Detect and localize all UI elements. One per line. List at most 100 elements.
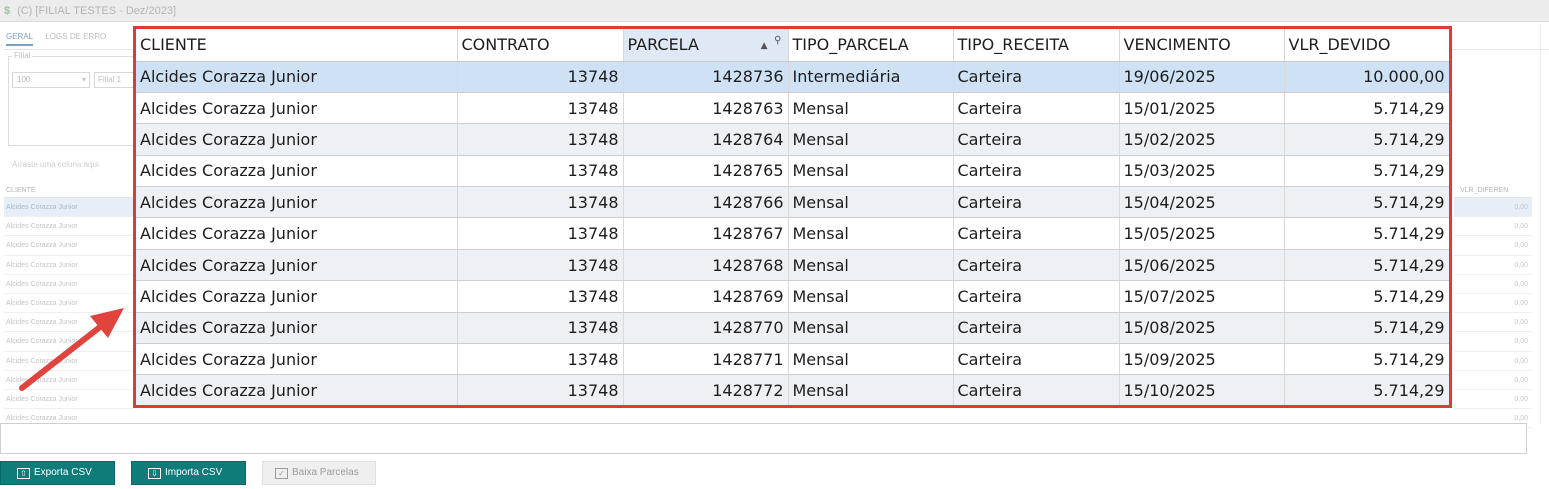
cell-vencimento[interactable]: 15/05/2025 — [1119, 217, 1285, 250]
cell-tipo-receita[interactable]: Carteira — [953, 343, 1120, 376]
cell-vencimento[interactable]: 15/10/2025 — [1119, 374, 1285, 405]
cell-vlr-devido[interactable]: 5.714,29 — [1284, 217, 1449, 250]
column-header-cliente[interactable]: CLIENTE — [136, 29, 458, 62]
cell-tipo-parcela[interactable]: Mensal — [788, 217, 954, 250]
cell-contrato[interactable]: 13748 — [457, 186, 624, 219]
table-row[interactable]: Alcides Corazza Junior 13748 1428770 Mensal… — [136, 312, 1449, 345]
cell-contrato[interactable]: 13748 — [457, 312, 624, 345]
cell-contrato[interactable]: 13748 — [457, 343, 624, 376]
cell-cliente[interactable]: Alcides Corazza Junior — [136, 155, 458, 188]
cell-tipo-receita[interactable]: Carteira — [953, 312, 1120, 345]
column-header-vencimento[interactable]: VENCIMENTO — [1119, 29, 1285, 62]
cell-tipo-parcela[interactable]: Mensal — [788, 123, 954, 156]
cell-parcela[interactable]: 1428736 — [623, 61, 789, 93]
background-grid-row[interactable]: Alcides Corazza Junior — [4, 332, 134, 352]
cell-cliente[interactable]: Alcides Corazza Junior — [136, 186, 458, 219]
cell-parcela[interactable]: 1428768 — [623, 249, 789, 282]
cell-parcela[interactable]: 1428764 — [623, 123, 789, 156]
cell-cliente[interactable]: Alcides Corazza Junior — [136, 374, 458, 405]
column-header-vlr-devido[interactable]: VLR_DEVIDO — [1284, 29, 1449, 62]
tab-geral[interactable]: GERAL — [6, 32, 34, 46]
background-grid-row[interactable]: Alcides Corazza Junior — [4, 236, 134, 256]
background-grid-row[interactable]: Alcides Corazza Junior — [4, 313, 134, 333]
background-grid-row[interactable]: Alcides Corazza Junior — [4, 390, 134, 410]
cell-vlr-devido[interactable]: 5.714,29 — [1284, 155, 1449, 188]
cell-vlr-devido[interactable]: 5.714,29 — [1284, 92, 1449, 125]
table-row[interactable]: Alcides Corazza Junior 13748 1428764 Mensal… — [136, 123, 1449, 156]
cell-cliente[interactable]: Alcides Corazza Junior — [136, 123, 458, 156]
cell-parcela[interactable]: 1428771 — [623, 343, 789, 376]
cell-vlr-devido[interactable]: 10.000,00 — [1284, 61, 1449, 93]
sort-ascending-icon[interactable]: ▲ — [761, 41, 768, 51]
cell-parcela[interactable]: 1428769 — [623, 280, 789, 313]
cell-parcela[interactable]: 1428767 — [623, 217, 789, 250]
tab-logs-de-erro[interactable]: LOGS DE ERRO — [45, 32, 106, 41]
cell-tipo-receita[interactable]: Carteira — [953, 280, 1120, 313]
background-grid-row[interactable]: Alcides Corazza Junior — [4, 217, 134, 237]
table-row[interactable]: Alcides Corazza Junior 13748 1428767 Mensal… — [136, 217, 1449, 250]
cell-cliente[interactable]: Alcides Corazza Junior — [136, 343, 458, 376]
cell-vlr-devido[interactable]: 5.714,29 — [1284, 123, 1449, 156]
cell-parcela[interactable]: 1428770 — [623, 312, 789, 345]
cell-vlr-devido[interactable]: 5.714,29 — [1284, 374, 1449, 405]
cell-cliente[interactable]: Alcides Corazza Junior — [136, 61, 458, 93]
cell-tipo-parcela[interactable]: Intermediária — [788, 61, 954, 93]
cell-vencimento[interactable]: 19/06/2025 — [1119, 61, 1285, 93]
filial-button[interactable]: Filial 1 — [94, 72, 134, 88]
cell-contrato[interactable]: 13748 — [457, 155, 624, 188]
cell-contrato[interactable]: 13748 — [457, 61, 624, 93]
cell-tipo-parcela[interactable]: Mensal — [788, 186, 954, 219]
cell-vlr-devido[interactable]: 5.714,29 — [1284, 312, 1449, 345]
filial-select[interactable]: 100 ▾ — [12, 72, 90, 88]
cell-cliente[interactable]: Alcides Corazza Junior — [136, 92, 458, 125]
cell-tipo-receita[interactable]: Carteira — [953, 155, 1120, 188]
table-row[interactable]: Alcides Corazza Junior 13748 1428766 Mensal… — [136, 186, 1449, 219]
background-grid-row[interactable]: Alcides Corazza Junior — [4, 256, 134, 275]
cell-tipo-receita[interactable]: Carteira — [953, 217, 1120, 250]
cell-vlr-devido[interactable]: 5.714,29 — [1284, 249, 1449, 282]
cell-parcela[interactable]: 1428766 — [623, 186, 789, 219]
background-grid-row[interactable]: Alcides Corazza Junior — [4, 352, 134, 371]
cell-contrato[interactable]: 13748 — [457, 374, 624, 405]
importa-csv-button[interactable]: ⇩ Importa CSV — [131, 461, 246, 485]
cell-cliente[interactable]: Alcides Corazza Junior — [136, 312, 458, 345]
cell-cliente[interactable]: Alcides Corazza Junior — [136, 217, 458, 250]
cell-vlr-devido[interactable]: 5.714,29 — [1284, 343, 1449, 376]
cell-vencimento[interactable]: 15/08/2025 — [1119, 312, 1285, 345]
cell-vencimento[interactable]: 15/07/2025 — [1119, 280, 1285, 313]
cell-vlr-devido[interactable]: 5.714,29 — [1284, 186, 1449, 219]
cell-tipo-receita[interactable]: Carteira — [953, 374, 1120, 405]
table-row[interactable]: Alcides Corazza Junior 13748 1428771 Mensal… — [136, 343, 1449, 376]
background-grid-header[interactable]: CLIENTE — [4, 184, 134, 198]
cell-tipo-parcela[interactable]: Mensal — [788, 374, 954, 405]
vertical-scrollbar[interactable] — [1540, 24, 1548, 424]
cell-vencimento[interactable]: 15/03/2025 — [1119, 155, 1285, 188]
cell-vlr-devido[interactable]: 5.714,29 — [1284, 280, 1449, 313]
cell-vencimento[interactable]: 15/02/2025 — [1119, 123, 1285, 156]
column-header-tipo-receita[interactable]: TIPO_RECEITA — [953, 29, 1120, 62]
cell-tipo-parcela[interactable]: Mensal — [788, 312, 954, 345]
table-row[interactable]: Alcides Corazza Junior 13748 1428772 Mensal… — [136, 374, 1449, 405]
cell-parcela[interactable]: 1428765 — [623, 155, 789, 188]
table-row[interactable]: Alcides Corazza Junior 13748 1428765 Mensal… — [136, 155, 1449, 188]
cell-tipo-parcela[interactable]: Mensal — [788, 280, 954, 313]
cell-tipo-receita[interactable]: Carteira — [953, 92, 1120, 125]
column-header-tipo-parcela[interactable]: TIPO_PARCELA — [788, 29, 954, 62]
cell-tipo-receita[interactable]: Carteira — [953, 61, 1120, 93]
background-grid-row[interactable]: Alcides Corazza Junior — [4, 275, 134, 294]
column-header-contrato[interactable]: CONTRATO — [457, 29, 624, 62]
cell-vencimento[interactable]: 15/09/2025 — [1119, 343, 1285, 376]
cell-cliente[interactable]: Alcides Corazza Junior — [136, 280, 458, 313]
cell-cliente[interactable]: Alcides Corazza Junior — [136, 249, 458, 282]
exporta-csv-button[interactable]: ⇧ Exporta CSV — [0, 461, 115, 485]
table-row[interactable]: Alcides Corazza Junior 13748 1428763 Mensal… — [136, 92, 1449, 125]
cell-tipo-receita[interactable]: Carteira — [953, 249, 1120, 282]
background-grid-row[interactable]: Alcides Corazza Junior — [4, 371, 134, 390]
cell-contrato[interactable]: 13748 — [457, 280, 624, 313]
cell-tipo-parcela[interactable]: Mensal — [788, 343, 954, 376]
filter-icon[interactable]: ⚲ — [774, 35, 781, 46]
cell-contrato[interactable]: 13748 — [457, 92, 624, 125]
cell-tipo-receita[interactable]: Carteira — [953, 186, 1120, 219]
status-text-field[interactable] — [0, 423, 1527, 454]
cell-vencimento[interactable]: 15/04/2025 — [1119, 186, 1285, 219]
